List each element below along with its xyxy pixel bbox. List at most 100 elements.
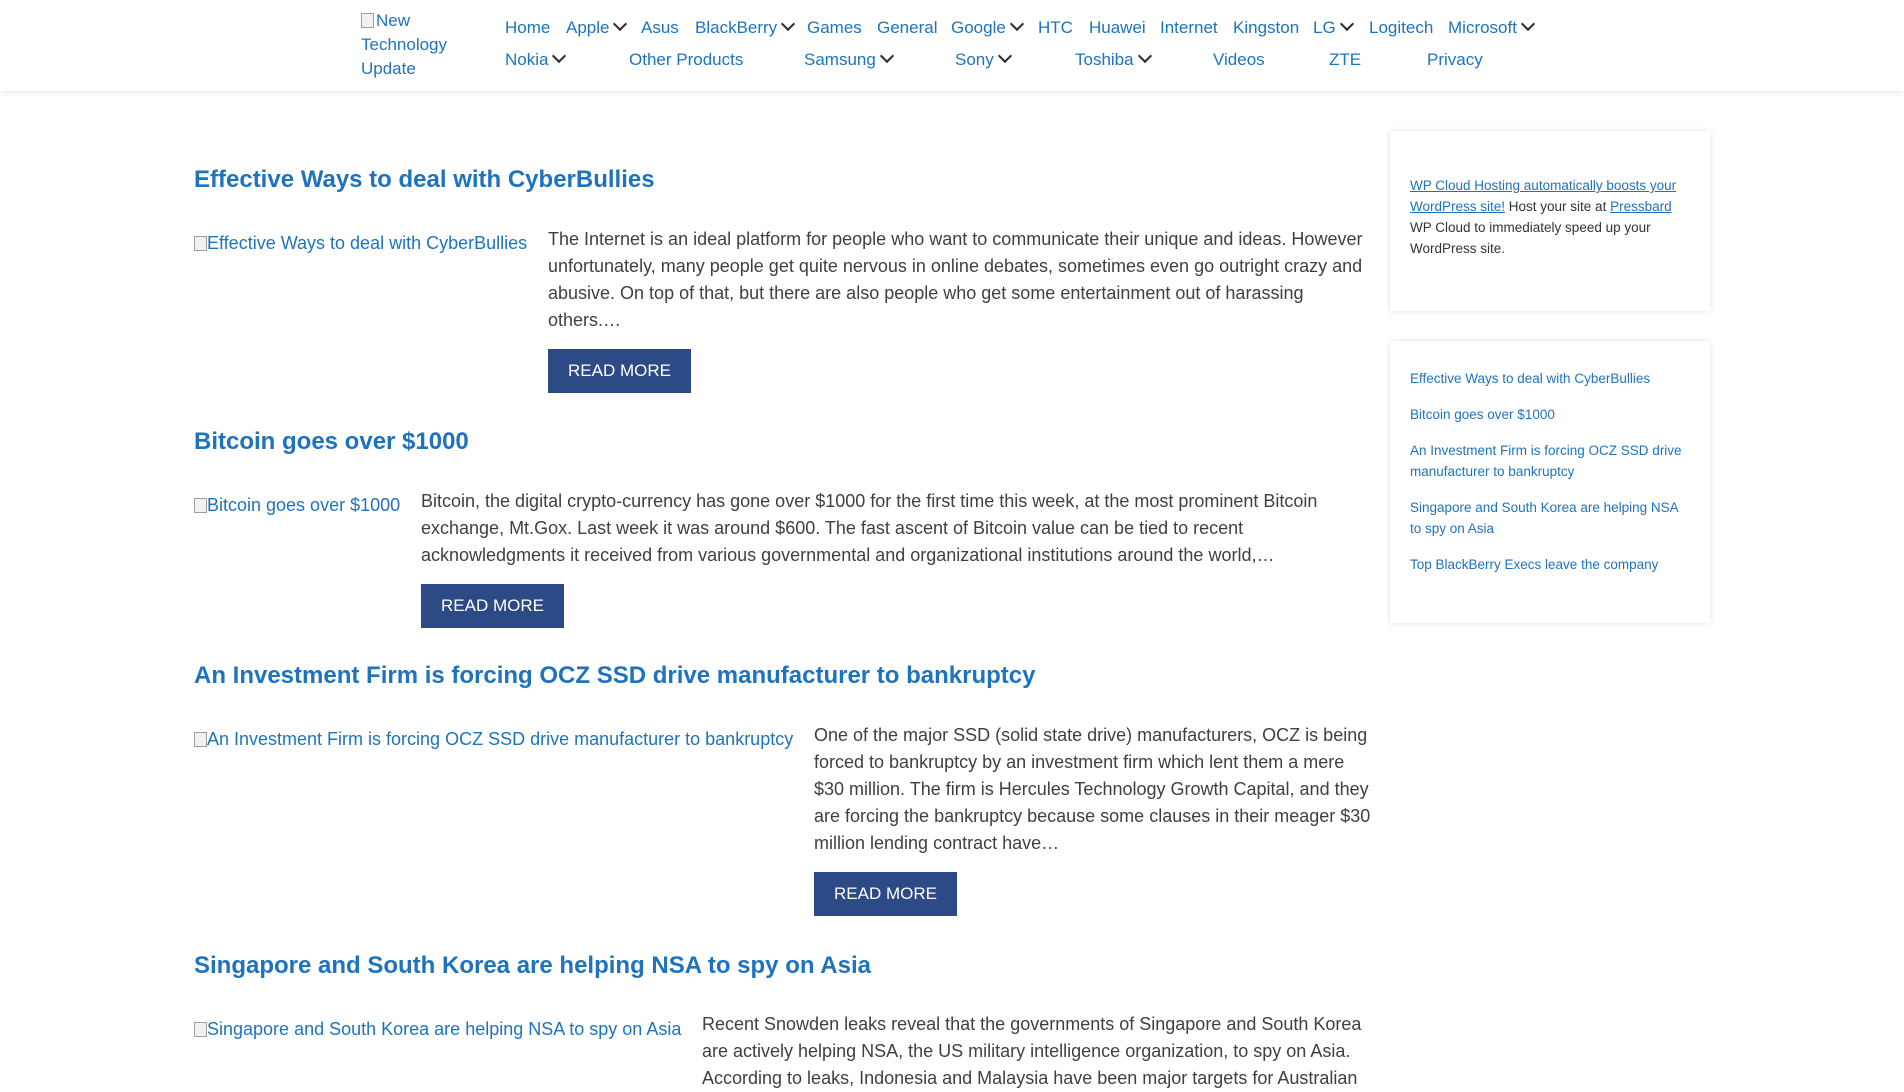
recent-post-item: Singapore and South Korea are helping NS… <box>1410 497 1690 539</box>
nav-label: Huawei <box>1089 18 1146 37</box>
chevron-down-icon <box>1520 16 1536 32</box>
read-more-button[interactable]: READ MORE <box>814 872 957 916</box>
nav-label: Nokia <box>505 50 549 69</box>
broken-image-icon <box>194 498 207 513</box>
nav-label: Internet <box>1160 18 1218 37</box>
post-title-link[interactable]: Effective Ways to deal with CyberBullies <box>194 166 655 193</box>
post-excerpt: The Internet is an ideal platform for pe… <box>548 229 1363 330</box>
chevron-down-icon <box>1339 16 1354 32</box>
recent-post-item: Top BlackBerry Execs leave the company <box>1410 554 1690 575</box>
chevron-down-icon <box>781 16 796 32</box>
nav-label: HTC <box>1038 18 1073 37</box>
broken-image-icon <box>194 1022 207 1037</box>
chevron-down-icon <box>613 16 628 32</box>
nav-label: Asus <box>641 18 679 37</box>
nav-label: Kingston <box>1233 18 1300 37</box>
nav-label: Toshiba <box>1075 50 1134 69</box>
nav-huawei[interactable]: Huawei <box>1089 18 1146 38</box>
post-thumbnail[interactable]: Bitcoin goes over $1000 <box>194 494 400 516</box>
nav-microsoft[interactable]: Microsoft <box>1448 16 1536 38</box>
nav-label: Google <box>951 18 1006 37</box>
nav-general[interactable]: General <box>877 18 937 38</box>
post-thumbnail[interactable]: Effective Ways to deal with CyberBullies <box>194 232 527 254</box>
nav-kingston[interactable]: Kingston <box>1233 18 1299 38</box>
read-more-button[interactable]: READ MORE <box>548 349 691 393</box>
nav-label: Home <box>505 18 551 37</box>
nav-blackberry[interactable]: BlackBerry <box>695 16 796 38</box>
site-header: New Technology Update Home Apple Asus Bl… <box>0 0 1904 91</box>
post-title[interactable]: Singapore and South Korea are helping NS… <box>194 951 871 981</box>
nav-label: Apple <box>566 18 610 37</box>
post-excerpt: Bitcoin, the digital crypto-currency has… <box>421 491 1318 565</box>
post-thumbnail[interactable]: Singapore and South Korea are helping NS… <box>194 1018 681 1040</box>
nav-other-products[interactable]: Other Products <box>629 50 743 70</box>
thumbnail-alt-text: Singapore and South Korea are helping NS… <box>207 1019 682 1039</box>
chevron-down-icon <box>552 48 567 64</box>
nav-label: Games <box>807 18 862 37</box>
nav-label: Microsoft <box>1448 18 1517 37</box>
nav-samsung[interactable]: Samsung <box>804 48 894 70</box>
chevron-down-icon <box>1009 16 1024 32</box>
post-title-link[interactable]: Bitcoin goes over $1000 <box>194 428 469 455</box>
post-excerpt: Recent Snowden leaks reveal that the gov… <box>702 1014 1362 1088</box>
recent-post-item: An Investment Firm is forcing OCZ SSD dr… <box>1410 440 1690 482</box>
nav-htc[interactable]: HTC <box>1038 18 1073 38</box>
chevron-down-icon <box>879 48 894 64</box>
site-logo[interactable]: New Technology Update <box>361 9 471 81</box>
nav-label: BlackBerry <box>695 18 778 37</box>
nav-home[interactable]: Home <box>505 18 550 38</box>
nav-sony[interactable]: Sony <box>955 48 1012 70</box>
broken-image-icon <box>361 13 374 28</box>
nav-nokia[interactable]: Nokia <box>505 48 567 70</box>
ad-text-segment: WP Cloud to immediately speed up your Wo… <box>1410 220 1651 256</box>
nav-label: Logitech <box>1369 18 1434 37</box>
ad-widget: WP Cloud Hosting automatically boosts yo… <box>1390 131 1710 311</box>
chevron-down-icon <box>1137 48 1152 64</box>
recent-post-item: Effective Ways to deal with CyberBullies <box>1410 368 1690 389</box>
recent-post-link[interactable]: Bitcoin goes over $1000 <box>1410 407 1555 422</box>
recent-post-link[interactable]: Singapore and South Korea are helping NS… <box>1410 500 1678 536</box>
nav-games[interactable]: Games <box>807 18 862 38</box>
post-excerpt: One of the major SSD (solid state drive)… <box>814 725 1371 853</box>
nav-label: ZTE <box>1329 50 1362 69</box>
post-title-link[interactable]: Singapore and South Korea are helping NS… <box>194 952 871 979</box>
nav-label: Videos <box>1213 50 1265 69</box>
nav-label: LG <box>1313 18 1336 37</box>
nav-google[interactable]: Google <box>951 16 1024 38</box>
recent-post-item: Bitcoin goes over $1000 <box>1410 404 1690 425</box>
chevron-down-icon <box>997 48 1012 64</box>
broken-image-icon <box>194 732 207 747</box>
nav-logitech[interactable]: Logitech <box>1369 18 1433 38</box>
broken-image-icon <box>194 236 207 251</box>
nav-toshiba[interactable]: Toshiba <box>1075 48 1152 70</box>
post-title[interactable]: An Investment Firm is forcing OCZ SSD dr… <box>194 661 1036 691</box>
post-title[interactable]: Bitcoin goes over $1000 <box>194 427 469 457</box>
read-more-button[interactable]: READ MORE <box>421 584 564 628</box>
nav-label: Samsung <box>804 50 876 69</box>
pressbard-link[interactable]: Pressbard <box>1610 199 1672 214</box>
ad-text-segment: Host your site at <box>1505 199 1611 214</box>
nav-lg[interactable]: LG <box>1313 16 1354 38</box>
post-title-link[interactable]: An Investment Firm is forcing OCZ SSD dr… <box>194 662 1036 689</box>
thumbnail-alt-text: Effective Ways to deal with CyberBullies <box>207 233 528 253</box>
post-thumbnail[interactable]: An Investment Firm is forcing OCZ SSD dr… <box>194 728 793 750</box>
recent-post-link[interactable]: An Investment Firm is forcing OCZ SSD dr… <box>1410 443 1682 479</box>
thumbnail-alt-text: Bitcoin goes over $1000 <box>207 495 401 515</box>
nav-internet[interactable]: Internet <box>1160 18 1218 38</box>
nav-apple[interactable]: Apple <box>566 16 628 38</box>
thumbnail-alt-text: An Investment Firm is forcing OCZ SSD dr… <box>207 729 794 749</box>
nav-label: Other Products <box>629 50 744 69</box>
recent-posts-widget: Effective Ways to deal with CyberBullies… <box>1390 341 1710 623</box>
post-title[interactable]: Effective Ways to deal with CyberBullies <box>194 165 655 195</box>
recent-posts-list: Effective Ways to deal with CyberBullies… <box>1410 368 1690 575</box>
ad-text: WP Cloud Hosting automatically boosts yo… <box>1410 175 1690 259</box>
nav-label: Privacy <box>1427 50 1483 69</box>
recent-post-link[interactable]: Top BlackBerry Execs leave the company <box>1410 557 1658 572</box>
recent-post-link[interactable]: Effective Ways to deal with CyberBullies <box>1410 371 1650 386</box>
nav-videos[interactable]: Videos <box>1213 50 1265 70</box>
nav-label: General <box>877 18 938 37</box>
nav-privacy[interactable]: Privacy <box>1427 50 1483 70</box>
nav-asus[interactable]: Asus <box>641 18 679 38</box>
nav-label: Sony <box>955 50 994 69</box>
nav-zte[interactable]: ZTE <box>1329 50 1361 70</box>
